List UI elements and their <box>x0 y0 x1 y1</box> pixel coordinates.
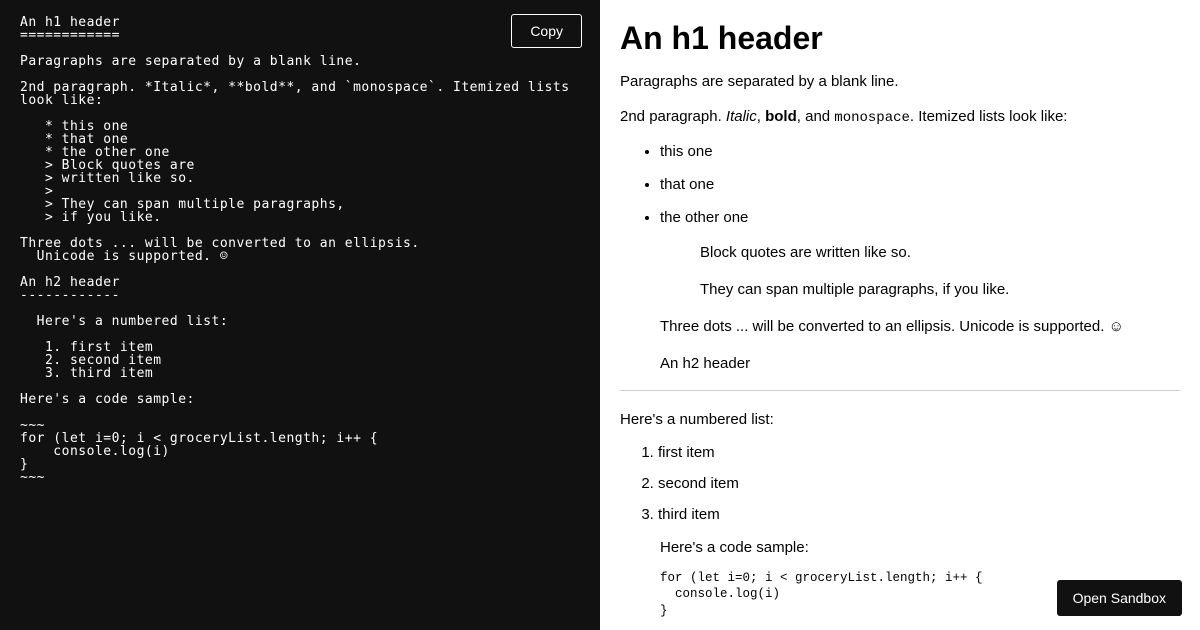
source-pane: An h1 header ============ Paragraphs are… <box>0 0 600 630</box>
blockquote: Block quotes are written like so. They c… <box>700 242 1180 300</box>
divider <box>620 390 1180 391</box>
list-item: the other one <box>660 209 1180 226</box>
list-item: that one <box>660 176 1180 193</box>
open-sandbox-button[interactable]: Open Sandbox <box>1057 580 1182 616</box>
preview-pane: An h1 header Paragraphs are separated by… <box>600 0 1200 630</box>
list-item: second item <box>658 475 1180 492</box>
ordered-list: first item second item third item <box>620 444 1180 523</box>
ellipsis-line: Three dots ... will be converted to an e… <box>660 316 1180 337</box>
bold-text: bold <box>765 108 797 125</box>
page-title: An h1 header <box>620 20 1180 57</box>
paragraph-2: 2nd paragraph. Italic, bold, and monospa… <box>620 106 1180 129</box>
paragraph-1: Paragraphs are separated by a blank line… <box>620 71 1180 92</box>
list-item: this one <box>660 143 1180 160</box>
unordered-list: this one that one the other one <box>620 143 1180 226</box>
copy-button[interactable]: Copy <box>511 14 582 48</box>
italic-text: Italic <box>726 108 757 125</box>
markdown-source[interactable]: An h1 header ============ Paragraphs are… <box>20 16 580 484</box>
numbered-intro: Here's a numbered list: <box>620 409 1180 430</box>
list-item: third item <box>658 506 1180 523</box>
h2-header: An h2 header <box>660 353 1180 374</box>
code-intro: Here's a code sample: <box>660 537 1180 558</box>
monospace-text: monospace <box>834 110 910 126</box>
list-item: first item <box>658 444 1180 461</box>
nested-content: Block quotes are written like so. They c… <box>620 242 1180 374</box>
